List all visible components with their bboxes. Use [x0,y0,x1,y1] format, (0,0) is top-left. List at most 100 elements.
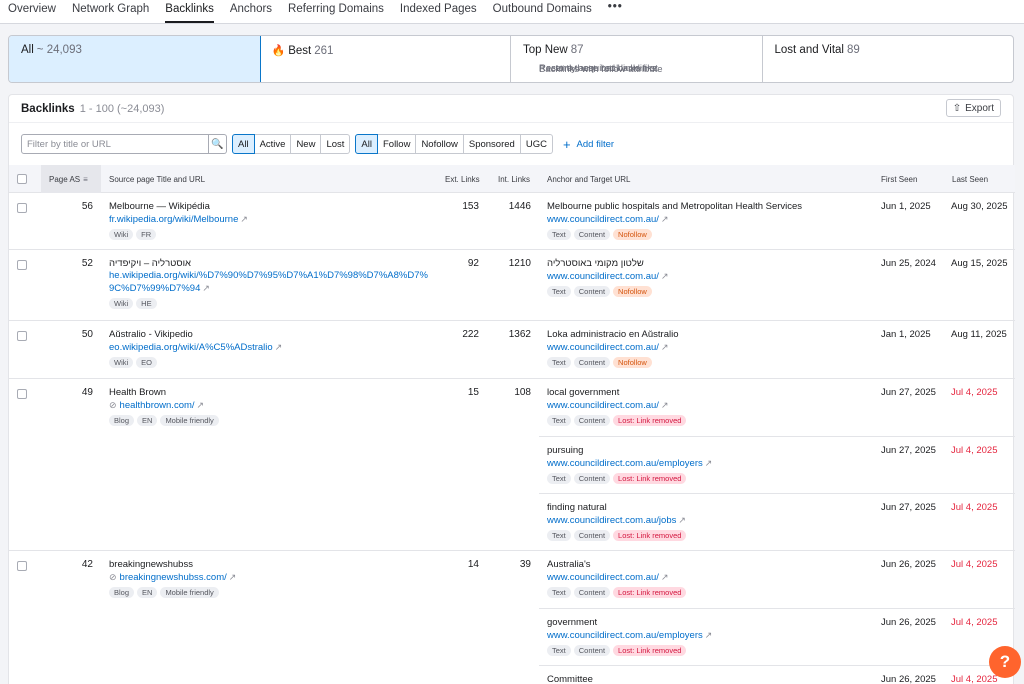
status-badge: Nofollow [613,229,652,240]
help-button[interactable]: ? [989,646,1021,678]
target-url[interactable]: www.councildirect.com.au/ [547,572,659,583]
card-best[interactable]: 🔥 Best 261 Backlinks with follow attribute [260,36,663,82]
export-button[interactable]: ⇧ Export [945,99,1001,117]
external-link-icon[interactable]: ↗ [661,572,669,582]
type-nofollow[interactable]: Nofollow [416,134,464,154]
target-url[interactable]: www.councildirect.com.au/jobs [547,515,676,526]
col-first-seen[interactable]: First Seen [881,165,917,193]
tag: Text [547,286,571,297]
row-checkbox[interactable] [17,331,27,341]
col-int-links[interactable]: Int. Links [498,165,530,193]
type-sponsored[interactable]: Sponsored [463,134,521,154]
external-link-icon[interactable]: ↗ [705,458,713,468]
source-url[interactable]: breakingnewshubss.com/ [120,572,227,583]
link-broken-icon: ⊘ [109,400,117,410]
status-all[interactable]: All [232,134,255,154]
anchor-entry: Loka administracio en Aŭstralio www.coun… [539,321,1015,379]
status-new[interactable]: New [291,134,322,154]
type-follow[interactable]: Follow [377,134,417,154]
anchor-entry: Melbourne public hospitals and Metropoli… [539,193,1015,250]
select-all-checkbox[interactable] [17,174,27,184]
tab-backlinks[interactable]: Backlinks [165,0,214,23]
target-url[interactable]: www.councildirect.com.au/ [547,271,659,282]
first-seen: Jan 1, 2025 [881,329,931,340]
table-row: 50 Aŭstralio - Vikipedio eo.wikipedia.or… [9,321,1015,379]
status-active[interactable]: Active [254,134,292,154]
search-button[interactable]: 🔍 [209,134,227,154]
tab-referring-domains[interactable]: Referring Domains [288,0,384,23]
source-url[interactable]: healthbrown.com/ [120,400,195,411]
tag: Wiki [109,298,134,309]
tab-anchors[interactable]: Anchors [230,0,272,23]
source-cell: Health Brown ⊘ healthbrown.com/↗ Blog EN Mo… [109,387,439,426]
target-url[interactable]: www.councildirect.com.au/employers [547,630,703,641]
status-lost[interactable]: Lost [321,134,351,154]
type-all[interactable]: All [355,134,378,154]
tag: Content [573,473,611,484]
status-badge: Lost: Link removed [613,645,687,656]
more-tabs-button[interactable]: ••• [608,0,623,23]
table-row: 56 Melbourne — Wikipédia fr.wikipedia.or… [9,193,1015,250]
tag: Text [547,530,571,541]
external-link-icon[interactable]: ↗ [275,342,283,352]
external-link-icon[interactable]: ↗ [661,342,669,352]
backlinks-panel: Backlinks 1 - 100 (~24,093) ⇧ Export 🔍 A… [8,94,1015,684]
tag: Content [573,357,611,368]
anchor-entry: pursuing www.councildirect.com.au/employ… [539,436,1015,493]
tab-network-graph[interactable]: Network Graph [72,0,149,23]
tab-indexed-pages[interactable]: Indexed Pages [400,0,477,23]
col-last-seen[interactable]: Last Seen [952,165,988,193]
col-source: Source page Title and URL [109,174,206,184]
int-links-value: 39 [519,559,531,570]
external-link-icon[interactable]: ↗ [240,214,248,224]
results-range: 1 - 100 (~24,093) [79,102,165,115]
row-checkbox[interactable] [17,561,27,571]
source-url[interactable]: eo.wikipedia.org/wiki/A%C5%ADstralio [109,342,273,353]
anchor-entry: Committee Jun 26, 2025 Jul 4, 2025 [539,665,1015,684]
tab-outbound-domains[interactable]: Outbound Domains [493,0,592,23]
row-checkbox[interactable] [17,260,27,270]
external-link-icon[interactable]: ↗ [705,630,713,640]
type-ugc[interactable]: UGC [520,134,553,154]
source-title: אוסטרליה – ויקיפדיה [109,258,192,269]
add-filter-button[interactable]: + Add filter [563,137,614,152]
external-link-icon[interactable]: ↗ [661,214,669,224]
col-ext-links[interactable]: Ext. Links [445,165,480,193]
card-top-new[interactable]: Top New 87 Recently acquired backlinks [511,36,763,82]
card-all[interactable]: All ~ 24,093 [9,36,261,82]
tag: Text [547,645,571,656]
tab-overview[interactable]: Overview [8,0,56,23]
row-checkbox[interactable] [17,203,27,213]
tag: Wiki [109,357,134,368]
table-row: 52 אוסטרליה – ויקיפדיה he.wikipedia.org/… [9,250,1015,321]
external-link-icon[interactable]: ↗ [678,515,686,525]
target-url[interactable]: www.councildirect.com.au/ [547,342,659,353]
card-lost-and-vital[interactable]: Lost and Vital 89 Restore these backlinks… [539,36,1014,82]
target-url[interactable]: www.councildirect.com.au/ [547,214,659,225]
anchor-entry: finding natural www.councildirect.com.au… [539,493,1015,551]
select-all-cell [17,165,27,193]
col-label: Page AS [49,174,81,184]
last-seen: Aug 30, 2025 [951,201,1008,212]
col-page-as[interactable]: Page AS ≡ [41,165,101,193]
filter-bar: 🔍 All Active New Lost All Follow Nofollo… [21,134,614,154]
target-url[interactable]: www.councildirect.com.au/ [547,400,659,411]
row-checkbox[interactable] [17,389,27,399]
external-link-icon[interactable]: ↗ [202,283,210,293]
external-link-icon[interactable]: ↗ [229,572,237,582]
page-as-value: 42 [81,559,93,570]
anchor-text: government [547,617,598,628]
panel-title: Backlinks [21,102,75,115]
first-seen: Jun 26, 2025 [881,674,936,684]
last-seen: Jul 4, 2025 [951,674,998,684]
tag: EN [137,415,158,426]
source-cell: breakingnewshubss ⊘ breakingnewshubss.com… [109,559,439,598]
external-link-icon[interactable]: ↗ [661,271,669,281]
target-url[interactable]: www.councildirect.com.au/employers [547,458,703,469]
card-title: Best [288,45,312,57]
search-input[interactable] [21,134,209,154]
external-link-icon[interactable]: ↗ [197,400,205,410]
external-link-icon[interactable]: ↗ [661,400,669,410]
source-url[interactable]: he.wikipedia.org/wiki/%D7%90%D7%95%D7%A1… [109,270,428,294]
source-url[interactable]: fr.wikipedia.org/wiki/Melbourne [109,214,238,225]
